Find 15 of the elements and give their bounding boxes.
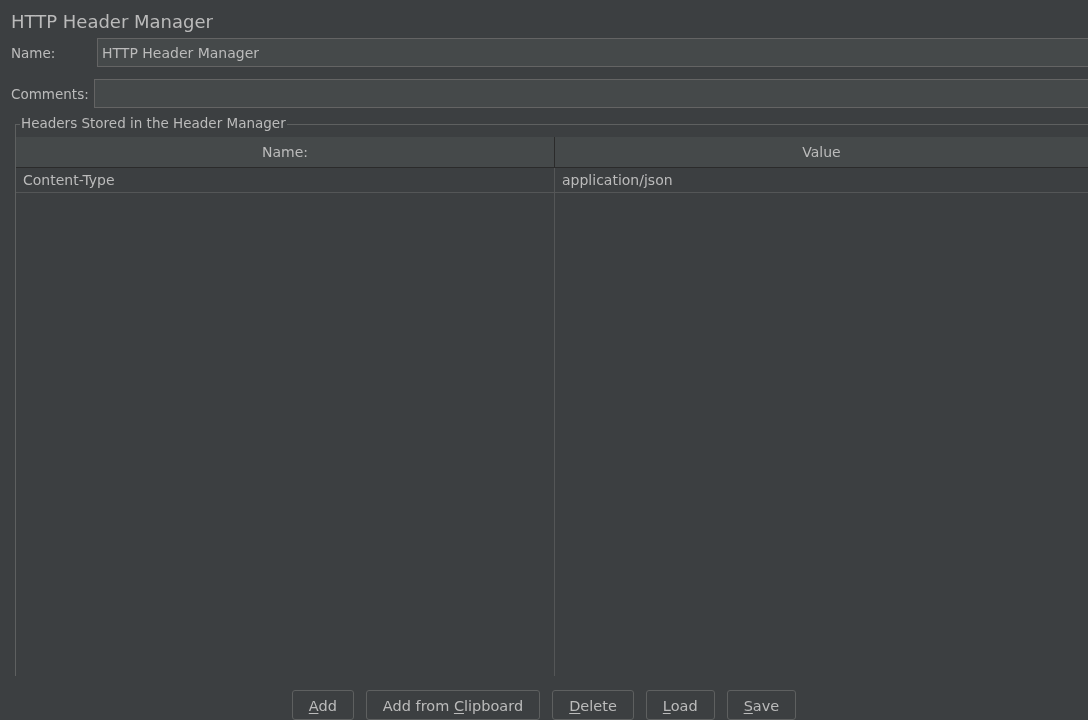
action-button[interactable]: Delete <box>552 690 634 720</box>
column-header[interactable]: Name: <box>16 137 555 168</box>
table-cell: Content-Type <box>16 168 555 193</box>
text-field[interactable] <box>94 79 1088 108</box>
field-label: Comments: <box>11 85 90 102</box>
action-button[interactable]: Load <box>645 690 715 720</box>
action-button[interactable]: Save <box>726 690 797 720</box>
panel-title: HTTP Header Manager <box>11 11 213 32</box>
column-header[interactable]: Value <box>555 137 1088 168</box>
field-label: Name: <box>11 44 57 61</box>
group-title: Headers Stored in the Header Manager <box>20 115 287 131</box>
action-button[interactable]: Add <box>291 690 354 720</box>
table-cell: application/json <box>555 168 1088 193</box>
action-button[interactable]: Add from Clipboard <box>365 690 541 720</box>
text-field[interactable]: HTTP Header Manager <box>97 38 1088 67</box>
